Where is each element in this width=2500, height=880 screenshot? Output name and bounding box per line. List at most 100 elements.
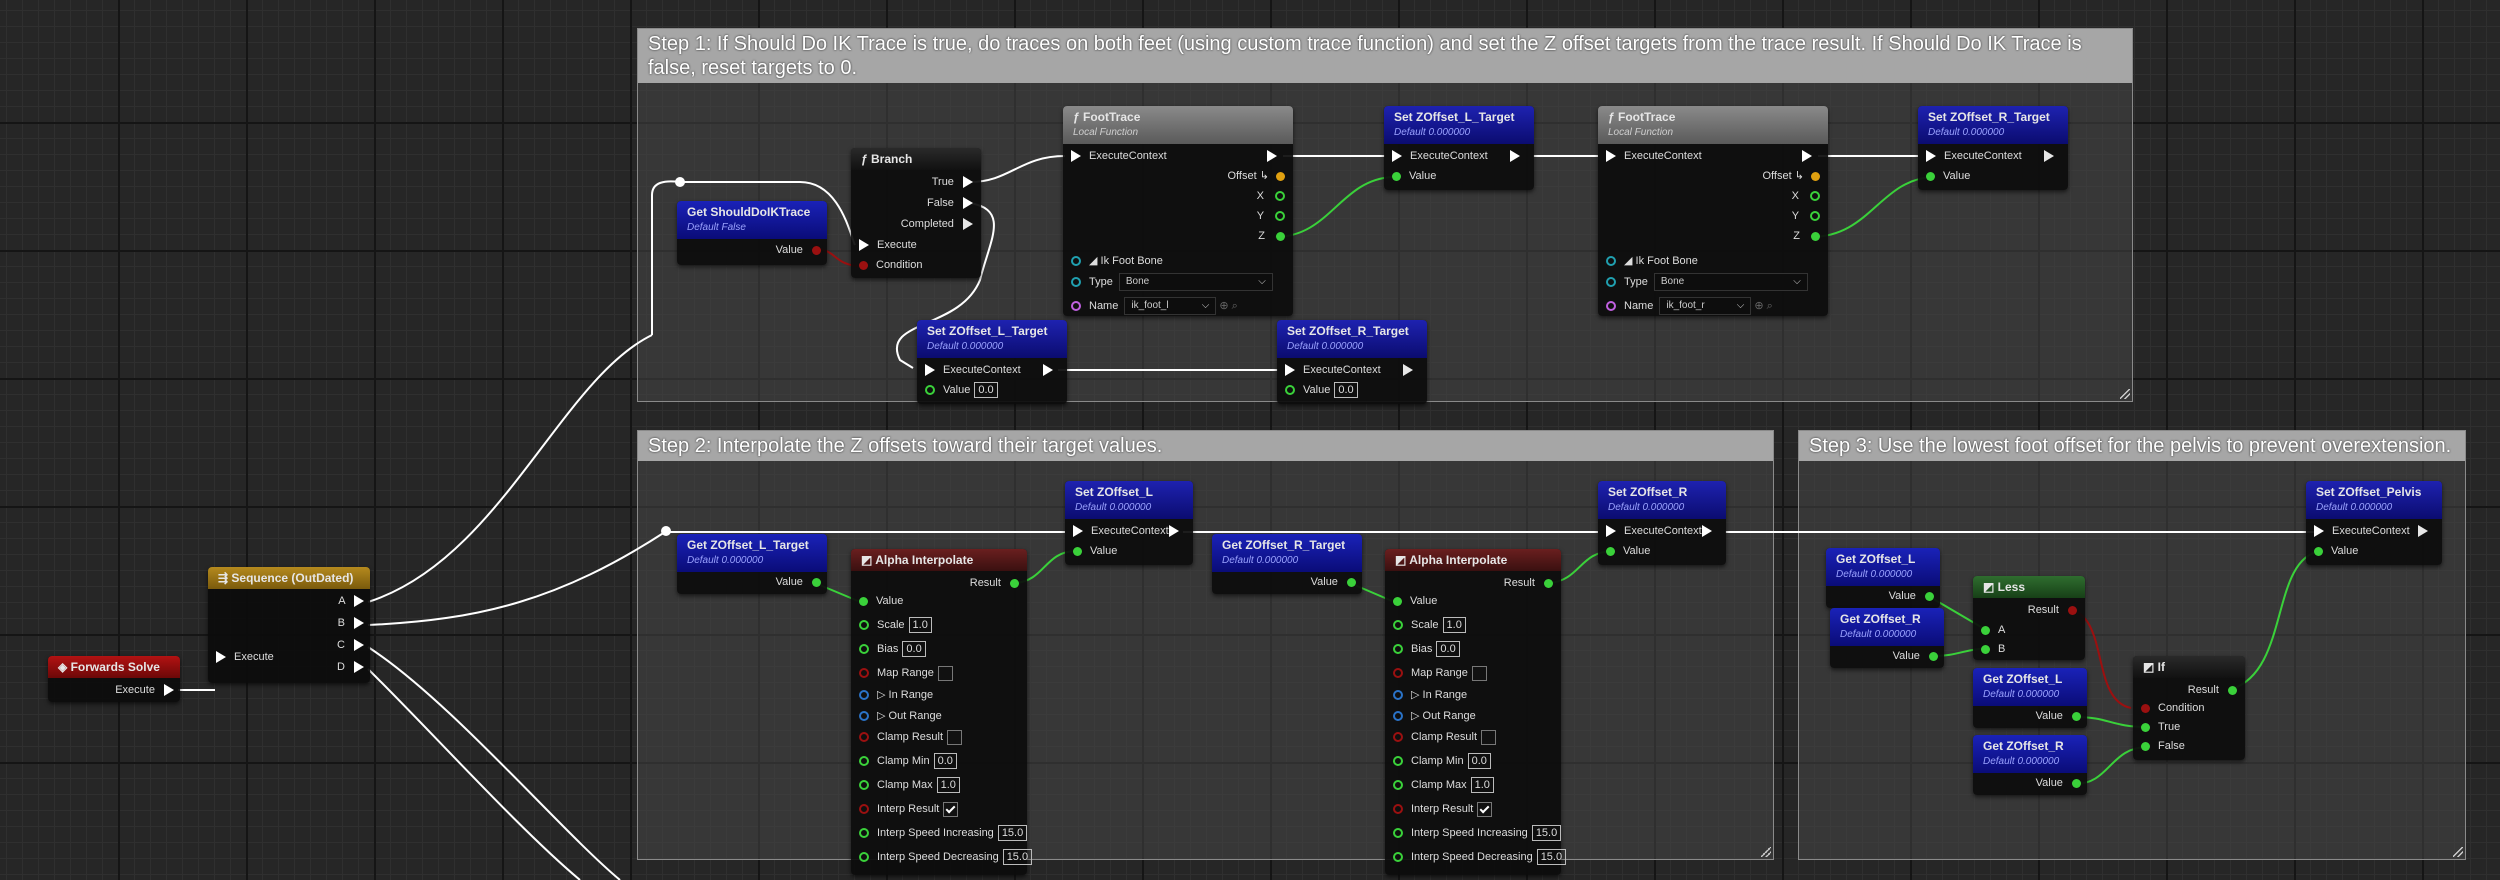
float-pin-icon[interactable]: [859, 620, 869, 631]
foot-trace-node-right[interactable]: ƒ FootTrace Local Function ExecuteContext…: [1598, 106, 1828, 316]
exec-pin-icon[interactable]: [1510, 150, 1520, 163]
exec-pin-icon[interactable]: [164, 684, 174, 697]
name-dropdown[interactable]: ik_foot_l ⌵: [1124, 297, 1217, 316]
name-pin-icon[interactable]: [1606, 301, 1616, 312]
exec-pin-icon[interactable]: [1285, 364, 1295, 377]
float-pin-icon[interactable]: [1925, 591, 1934, 601]
type-dropdown[interactable]: Bone ⌵: [1118, 273, 1273, 292]
interp-result-checkbox[interactable]: [1477, 801, 1493, 817]
float-pin-icon[interactable]: [859, 756, 869, 767]
float-pin-icon[interactable]: [1393, 644, 1403, 655]
exec-pin-icon[interactable]: [1606, 525, 1616, 538]
exec-pin-icon[interactable]: [963, 197, 973, 210]
exec-pin-icon[interactable]: [1606, 150, 1616, 163]
exec-pin-icon[interactable]: [1043, 364, 1053, 377]
struct-pin-icon[interactable]: [1606, 256, 1616, 267]
float-pin-icon[interactable]: [2072, 711, 2081, 721]
set-zoffset-l-node[interactable]: Set ZOffset_L Default 0.000000 ExecuteCon…: [1065, 481, 1193, 565]
float-pin-icon[interactable]: [1393, 596, 1402, 606]
exec-pin-icon[interactable]: [1392, 150, 1402, 163]
float-pin-icon[interactable]: [1981, 625, 1990, 635]
float-pin-icon[interactable]: [1393, 828, 1403, 839]
float-pin-icon[interactable]: [1929, 651, 1938, 661]
interp-dec-field[interactable]: 15.0: [1002, 849, 1033, 866]
float-pin-icon[interactable]: [1926, 171, 1935, 181]
struct-pin-icon[interactable]: [859, 690, 869, 701]
float-pin-icon[interactable]: [1810, 191, 1820, 202]
exec-pin-icon[interactable]: [354, 617, 364, 630]
bool-pin-icon[interactable]: [859, 804, 869, 815]
get-should-do-ik-trace-node[interactable]: Get ShouldDoIKTrace Default False Value: [677, 201, 827, 265]
float-pin-icon[interactable]: [1393, 756, 1403, 767]
float-pin-icon[interactable]: [1393, 852, 1403, 863]
get-zoffset-r-target-node[interactable]: Get ZOffset_R_Target Default 0.000000 Val…: [1212, 534, 1362, 594]
exec-pin-icon[interactable]: [859, 239, 869, 252]
float-pin-icon[interactable]: [859, 780, 869, 791]
float-pin-icon[interactable]: [1285, 385, 1295, 396]
resize-grip-icon[interactable]: [2120, 389, 2130, 399]
clamp-result-checkbox[interactable]: [1481, 729, 1497, 745]
get-zoffset-l-node-b[interactable]: Get ZOffset_L Default 0.000000 Value: [1973, 668, 2087, 728]
bool-pin-icon[interactable]: [1393, 732, 1403, 743]
float-pin-icon[interactable]: [1606, 546, 1615, 556]
vector-pin-icon[interactable]: [1811, 171, 1820, 181]
exec-pin-icon[interactable]: [1169, 525, 1179, 538]
exec-pin-icon[interactable]: [216, 651, 226, 664]
get-zoffset-l-node-a[interactable]: Get ZOffset_L Default 0.000000 Value: [1826, 548, 1940, 608]
float-pin-icon[interactable]: [1981, 644, 1990, 654]
get-zoffset-r-node-b[interactable]: Get ZOffset_R Default 0.000000 Value: [1973, 735, 2087, 795]
float-pin-icon[interactable]: [859, 828, 869, 839]
float-pin-icon[interactable]: [1544, 578, 1553, 588]
alpha-interpolate-node-left[interactable]: ◩ Alpha Interpolate Result Value Scale 1.…: [851, 549, 1033, 875]
scale-field[interactable]: 1.0: [1442, 617, 1466, 634]
bool-pin-icon[interactable]: [1393, 668, 1403, 679]
interp-inc-field[interactable]: 15.0: [997, 825, 1028, 842]
exec-pin-icon[interactable]: [1926, 150, 1936, 163]
float-pin-icon[interactable]: [2314, 546, 2323, 556]
bool-pin-icon[interactable]: [859, 260, 868, 270]
set-zoffset-pelvis-node[interactable]: Set ZOffset_Pelvis Default 0.000000 Execu…: [2306, 481, 2442, 565]
name-pin-icon[interactable]: [1071, 301, 1081, 312]
exec-pin-icon[interactable]: [354, 595, 364, 608]
exec-pin-icon[interactable]: [354, 639, 364, 652]
less-node[interactable]: ◩ Less Result A B: [1973, 576, 2085, 660]
struct-pin-icon[interactable]: [1071, 277, 1081, 288]
clamp-max-field[interactable]: 1.0: [936, 777, 960, 794]
bias-field[interactable]: 0.0: [902, 641, 926, 658]
float-pin-icon[interactable]: [1073, 546, 1082, 556]
float-pin-icon[interactable]: [859, 644, 869, 655]
float-pin-icon[interactable]: [1276, 231, 1285, 241]
exec-pin-icon[interactable]: [1073, 525, 1083, 538]
interp-inc-field[interactable]: 15.0: [1531, 825, 1562, 842]
alpha-interpolate-node-right[interactable]: ◩ Alpha Interpolate Result Value Scale 1.…: [1385, 549, 1567, 875]
exec-pin-icon[interactable]: [1403, 364, 1413, 377]
scale-field[interactable]: 1.0: [908, 617, 932, 634]
float-pin-icon[interactable]: [1275, 211, 1285, 222]
foot-trace-node-left[interactable]: ƒ FootTrace Local Function ExecuteContext…: [1063, 106, 1293, 316]
exec-pin-icon[interactable]: [1802, 150, 1812, 163]
set-zoffset-l-target-reset-node[interactable]: Set ZOffset_L_Target Default 0.000000 Exe…: [917, 320, 1067, 404]
map-range-checkbox[interactable]: [1471, 665, 1487, 681]
bool-pin-icon[interactable]: [812, 245, 821, 255]
sequence-node[interactable]: ⇶ Sequence (OutDated) A B C D Execute: [208, 567, 370, 683]
struct-pin-icon[interactable]: [1393, 711, 1403, 722]
bool-pin-icon[interactable]: [2141, 703, 2150, 713]
float-pin-icon[interactable]: [1393, 780, 1403, 791]
struct-pin-icon[interactable]: [1071, 256, 1081, 267]
resize-grip-icon[interactable]: [2453, 847, 2463, 857]
set-zoffset-r-target-reset-node[interactable]: Set ZOffset_R_Target Default 0.000000 Exe…: [1277, 320, 1427, 404]
exec-pin-icon[interactable]: [1071, 150, 1081, 163]
float-pin-icon[interactable]: [1811, 231, 1820, 241]
name-dropdown[interactable]: ik_foot_r ⌵: [1659, 297, 1752, 316]
clamp-max-field[interactable]: 1.0: [1470, 777, 1494, 794]
bool-pin-icon[interactable]: [2068, 605, 2077, 615]
vector-pin-icon[interactable]: [1276, 171, 1285, 181]
interp-result-checkbox[interactable]: [943, 801, 959, 817]
get-zoffset-l-target-node[interactable]: Get ZOffset_L_Target Default 0.000000 Val…: [677, 534, 827, 594]
type-dropdown[interactable]: Bone ⌵: [1653, 273, 1808, 292]
clamp-min-field[interactable]: 0.0: [1467, 753, 1491, 770]
float-pin-icon[interactable]: [2141, 741, 2150, 751]
float-pin-icon[interactable]: [925, 385, 935, 396]
exec-pin-icon[interactable]: [2418, 525, 2428, 538]
float-pin-icon[interactable]: [1393, 620, 1403, 631]
